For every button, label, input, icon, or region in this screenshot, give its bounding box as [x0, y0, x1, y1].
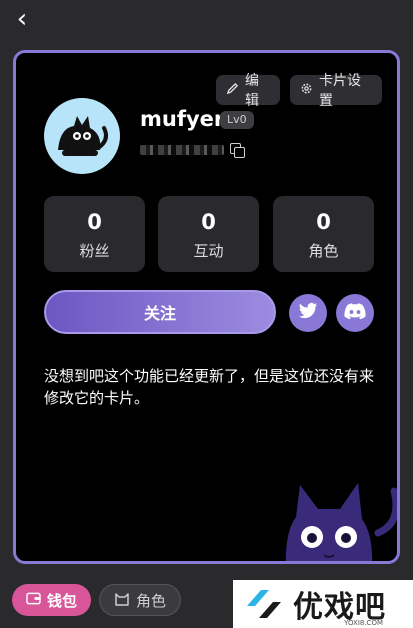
discord-icon — [344, 302, 366, 324]
level-badge: Lv0 — [220, 111, 254, 129]
edit-button[interactable]: 编辑 — [216, 73, 280, 109]
cat-face-icon — [114, 591, 130, 610]
watermark-sub: YOXI8.COM — [344, 619, 383, 627]
avatar[interactable] — [44, 98, 120, 174]
twitter-icon — [298, 302, 318, 324]
stat-value: 0 — [201, 210, 216, 234]
profile-page: ‹ 编辑 卡片设置 mufyer Lv0 0 粉丝 0 互动 0 角色 关注 没… — [0, 0, 413, 628]
stat-label: 粉丝 — [79, 242, 110, 260]
follow-label: 关注 — [143, 304, 176, 323]
cat-mascot-illustration — [266, 473, 397, 561]
wallet-icon — [26, 591, 41, 609]
card-settings-button[interactable]: 卡片设置 — [290, 73, 382, 109]
stat-characters[interactable]: 0 角色 — [273, 196, 374, 272]
stat-followers[interactable]: 0 粉丝 — [44, 196, 145, 272]
stat-value: 0 — [87, 210, 102, 234]
copy-icon[interactable] — [230, 143, 245, 158]
user-id — [140, 143, 245, 158]
chevron-left-icon: ‹ — [16, 4, 28, 34]
back-button[interactable]: ‹ — [10, 4, 34, 34]
twitter-button[interactable] — [289, 294, 327, 332]
tab-characters-label: 角色 — [136, 591, 167, 610]
card-settings-label: 卡片设置 — [319, 73, 361, 109]
edit-label: 编辑 — [245, 73, 259, 109]
bottom-tabs: 钱包 角色 — [12, 584, 182, 616]
stat-label: 互动 — [193, 242, 224, 260]
username: mufyer — [140, 107, 225, 131]
stat-label: 角色 — [308, 242, 339, 260]
watermark-logo: 优戏吧 YOXI8.COM — [233, 580, 413, 628]
pencil-icon — [226, 82, 239, 99]
tab-wallet-label: 钱包 — [47, 591, 78, 610]
stat-value: 0 — [316, 210, 331, 234]
tab-characters[interactable]: 角色 — [99, 584, 182, 616]
profile-card: 编辑 卡片设置 mufyer Lv0 0 粉丝 0 互动 0 角色 关注 没想到… — [13, 50, 400, 564]
discord-button[interactable] — [336, 294, 374, 332]
user-id-blurred — [140, 145, 224, 155]
follow-button[interactable]: 关注 — [44, 290, 276, 334]
stat-interactions[interactable]: 0 互动 — [158, 196, 259, 272]
gear-icon — [300, 82, 313, 99]
bio-text: 没想到吧这个功能已经更新了，但是这位还没有来修改它的卡片。 — [44, 367, 375, 407]
tab-wallet[interactable]: 钱包 — [12, 584, 92, 616]
